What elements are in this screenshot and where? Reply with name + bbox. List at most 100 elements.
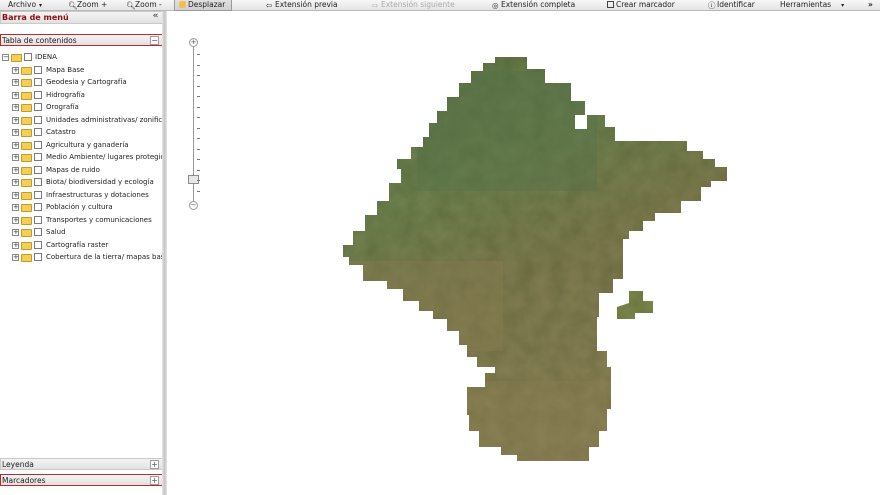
layer-checkbox[interactable] — [34, 65, 42, 74]
leyenda-title: Leyenda — [2, 460, 34, 469]
desplazar-button[interactable]: Desplazar — [174, 0, 233, 11]
layer-checkbox[interactable] — [34, 78, 42, 86]
layer-node[interactable]: + Geodesia y Cartografía — [0, 76, 162, 89]
extension-previa-button[interactable]: ⇦ Extensión previa — [266, 0, 338, 11]
folder-icon — [21, 204, 32, 212]
layer-checkbox[interactable] — [34, 240, 42, 249]
folder-icon — [21, 191, 32, 200]
desplazar-label: Desplazar — [188, 0, 226, 9]
extension-completa-button[interactable]: ◎ Extensión completa — [492, 0, 575, 11]
expand-node-icon[interactable]: + — [12, 166, 19, 174]
arrow-right-icon: ⇨ — [372, 1, 379, 10]
folder-icon — [21, 104, 32, 112]
layer-checkbox[interactable] — [34, 203, 42, 211]
expand-node-icon[interactable]: + — [12, 104, 19, 111]
layer-label: Mapa Base — [46, 65, 85, 74]
zoom-in-label: Zoom + — [77, 0, 108, 9]
expand-node-icon[interactable]: + — [12, 154, 19, 161]
expand-node-icon[interactable]: + — [12, 204, 19, 211]
expand-node-icon[interactable]: + — [12, 216, 19, 224]
expand-node-icon[interactable]: + — [12, 91, 19, 99]
layer-node[interactable]: + Salud — [0, 226, 162, 239]
chevron-down-icon: ▾ — [841, 2, 845, 9]
layer-label: Mapas de ruido — [46, 165, 100, 174]
layer-node[interactable]: + Unidades administrativas/ zonificación — [0, 114, 162, 127]
collapse-panel-button[interactable]: « — [151, 12, 160, 22]
layer-checkbox[interactable] — [34, 165, 42, 174]
extension-siguiente-button[interactable]: ⇨ Extensión siguiente — [372, 0, 455, 11]
toc-title: Tabla de contenidos — [2, 36, 77, 45]
expand-node-icon[interactable]: + — [12, 66, 19, 74]
layer-label: Medio Ambiente/ lugares protegidos — [46, 153, 162, 161]
leyenda-header[interactable]: Leyenda + — [0, 458, 163, 470]
map-view[interactable]: + − — [167, 11, 880, 495]
marcadores-header[interactable]: Marcadores + — [0, 474, 163, 486]
layer-node[interactable]: + Orografía — [0, 101, 162, 114]
toc-header[interactable]: Tabla de contenidos − — [0, 34, 163, 46]
terrain-enclave — [617, 291, 653, 319]
archivo-menu[interactable]: Archivo ▾ — [8, 0, 42, 11]
layer-node[interactable]: + Mapa Base — [0, 64, 162, 77]
expand-node-icon[interactable]: + — [12, 241, 19, 249]
layer-node[interactable]: + Población y cultura — [0, 201, 162, 214]
layer-label: Orografía — [46, 103, 79, 111]
layer-checkbox[interactable] — [34, 103, 42, 111]
layer-node[interactable]: + Mapas de ruido — [0, 164, 162, 177]
layer-node[interactable]: + Transportes y comunicaciones — [0, 214, 162, 227]
layer-checkbox[interactable] — [34, 90, 42, 99]
tree-root[interactable]: − IDENA — [0, 51, 162, 64]
layer-node[interactable]: + Infraestructuras y dotaciones — [0, 189, 162, 202]
layer-checkbox[interactable] — [34, 228, 42, 236]
crear-marcador-button[interactable]: Crear marcador — [607, 0, 675, 11]
terrain-brown-patch — [343, 261, 503, 351]
herramientas-menu[interactable]: Herramientas ▾ — [780, 0, 844, 11]
folder-icon — [21, 154, 32, 162]
menu-bar-title: Barra de menú — [2, 13, 69, 22]
expand-node-icon[interactable]: + — [12, 179, 19, 186]
layer-node[interactable]: + Catastro — [0, 126, 162, 139]
layer-checkbox[interactable] — [24, 53, 32, 61]
collapse-node-icon[interactable]: − — [2, 54, 9, 61]
more-button[interactable]: » — [868, 0, 873, 11]
layer-node[interactable]: + Medio Ambiente/ lugares protegidos — [0, 151, 162, 164]
layer-checkbox[interactable] — [34, 115, 42, 124]
layer-checkbox[interactable] — [34, 190, 42, 199]
expand-node-icon[interactable]: + — [12, 116, 19, 124]
layer-node[interactable]: + Biota/ biodiversidad y ecología — [0, 176, 162, 189]
layer-checkbox[interactable] — [34, 153, 42, 161]
arrow-left-icon: ⇦ — [266, 1, 273, 10]
expand-node-icon[interactable]: + — [12, 141, 19, 149]
layer-checkbox[interactable] — [34, 253, 42, 261]
expand-node-icon[interactable]: + — [12, 129, 19, 136]
layer-checkbox[interactable] — [34, 140, 42, 149]
zoom-out-label: Zoom - — [135, 0, 162, 9]
expand-node-icon[interactable]: + — [12, 79, 19, 86]
layer-checkbox[interactable] — [34, 178, 42, 186]
marcadores-expand-button[interactable]: + — [150, 476, 159, 485]
folder-icon — [21, 116, 32, 125]
expand-node-icon[interactable]: + — [12, 191, 19, 199]
zoom-out-button[interactable]: 🔍︎Zoom - — [126, 0, 162, 11]
extension-previa-label: Extensión previa — [275, 0, 338, 9]
expand-node-icon[interactable]: + — [12, 254, 19, 261]
chevron-down-icon: ▾ — [39, 2, 43, 9]
identificar-button[interactable]: ⓘ Identificar — [708, 0, 755, 11]
layer-node[interactable]: + Cobertura de la tierra/ mapas base — [0, 251, 162, 264]
zoom-in-button[interactable]: 🔍︎Zoom + — [68, 0, 107, 11]
layer-checkbox[interactable] — [34, 215, 42, 224]
folder-icon — [21, 179, 32, 187]
layer-node[interactable]: + Agricultura y ganadería — [0, 139, 162, 152]
layer-label: Infraestructuras y dotaciones — [46, 190, 149, 199]
layer-label: Agricultura y ganadería — [46, 140, 129, 149]
leyenda-expand-button[interactable]: + — [150, 460, 159, 469]
layer-label: Catastro — [46, 128, 76, 136]
layer-node[interactable]: + Hidrografía — [0, 89, 162, 102]
folder-icon — [21, 216, 32, 225]
layer-node[interactable]: + Cartografía raster — [0, 239, 162, 252]
expand-node-icon[interactable]: + — [12, 229, 19, 236]
tree-root-label: IDENA — [35, 53, 57, 61]
terrain-green-patch — [417, 71, 597, 191]
layer-label: Unidades administrativas/ zonificación — [46, 115, 162, 124]
layer-checkbox[interactable] — [34, 128, 42, 136]
toc-collapse-button[interactable]: − — [150, 36, 159, 45]
